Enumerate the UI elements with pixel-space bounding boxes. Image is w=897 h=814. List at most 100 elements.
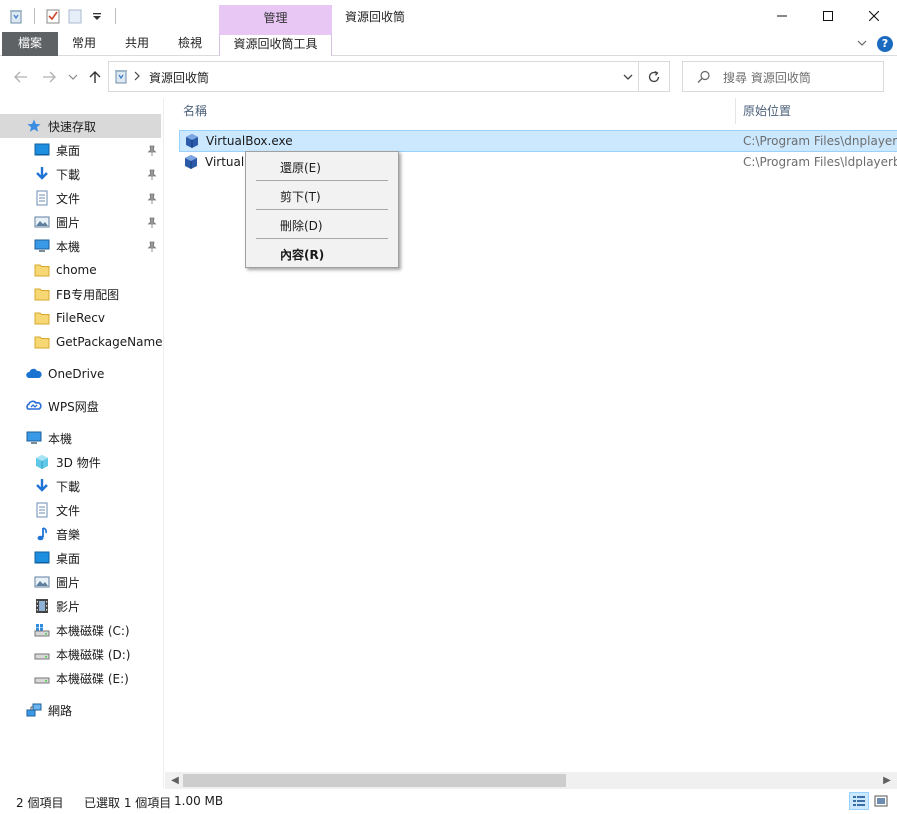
nav-quick-this-pc[interactable]: 本機 [34,234,80,258]
tab-file[interactable]: 檔案 [2,32,58,56]
nav-this-pc[interactable]: 本機 [26,426,72,450]
column-header-name[interactable]: 名稱 [183,98,207,124]
refresh-button[interactable] [638,62,669,91]
nav-label: 文件 [56,191,81,206]
tab-home[interactable]: 常用 [62,32,106,56]
nav-onedrive[interactable]: OneDrive [26,362,104,386]
context-tab-group-label: 管理 [219,5,332,33]
expand-ribbon-icon[interactable] [855,36,869,50]
address-row: 資源回收筒 搜尋 資源回收筒 [0,56,897,98]
folder-icon [34,310,50,326]
minimize-button[interactable] [759,0,805,32]
nav-quick-access[interactable]: 快速存取 [0,114,161,138]
pin-icon[interactable] [146,193,158,205]
status-size: 1.00 MB [174,794,224,808]
nav-label: 圖片 [56,575,81,590]
file-name: VirtualBox.exe [206,134,293,148]
pin-icon[interactable] [146,241,158,253]
nav-pc-drive-d[interactable]: 本機磁碟 (D:) [34,642,130,666]
chevron-down-icon [68,74,78,80]
menu-item-cut[interactable]: 剪下(T) [280,188,321,205]
menu-item-delete[interactable]: 刪除(D) [280,217,323,234]
search-placeholder: 搜尋 資源回收筒 [723,71,811,85]
help-icon[interactable]: ? [877,36,893,52]
tab-view[interactable]: 檢視 [168,32,212,56]
nav-quick-desktop[interactable]: 桌面 [34,138,80,162]
nav-label: 桌面 [56,143,81,158]
address-history-dropdown-icon[interactable] [621,70,635,84]
nav-quick-folder[interactable]: chome [34,258,97,282]
virtualbox-icon [184,133,200,149]
address-bar[interactable]: 資源回收筒 [108,61,670,92]
search-input[interactable]: 搜尋 資源回收筒 [682,61,884,92]
menu-item-restore[interactable]: 還原(E) [280,159,321,176]
up-button[interactable] [86,68,104,86]
music-icon [34,526,50,542]
large-icons-view-button[interactable] [871,792,891,810]
large-icons-view-icon [874,795,888,807]
nav-quick-documents[interactable]: 文件 [34,186,80,210]
cloud-icon [26,366,42,382]
customize-toolbar-icon[interactable] [89,8,105,24]
toolbar-divider [115,8,116,24]
back-button[interactable] [12,68,30,86]
nav-pc-desktop[interactable]: 桌面 [34,546,80,570]
menu-divider [256,209,388,210]
pictures-icon [34,214,50,230]
context-menu: 還原(E) 剪下(T) 刪除(D) 內容(R) [245,151,399,268]
desktop-icon [34,550,50,566]
nav-quick-folder[interactable]: FileRecv [34,306,105,330]
column-header-original-location[interactable]: 原始位置 [743,98,791,124]
nav-label: 3D 物件 [56,455,101,470]
nav-quick-pictures[interactable]: 圖片 [34,210,80,234]
nav-quick-downloads[interactable]: 下載 [34,162,80,186]
nav-wps-cloud[interactable]: WPS网盘 [26,394,99,418]
pin-icon[interactable] [146,145,158,157]
download-icon [34,478,50,494]
nav-pc-downloads[interactable]: 下載 [34,474,80,498]
document-icon [34,502,50,518]
nav-pc-drive-e[interactable]: 本機磁碟 (E:) [34,666,129,690]
nav-pc-3d-objects[interactable]: 3D 物件 [34,450,101,474]
nav-pc-pictures[interactable]: 圖片 [34,570,80,594]
nav-label: GetPackageName [56,335,163,349]
nav-label: 本機 [48,431,73,446]
computer-icon [26,430,42,446]
network-icon [26,702,42,718]
nav-label: 快速存取 [48,119,97,134]
maximize-button[interactable] [805,0,851,32]
nav-pc-music[interactable]: 音樂 [34,522,80,546]
file-row[interactable]: VirtualBox.exe C:\Program Files\dnplayer… [179,130,897,152]
nav-quick-folder[interactable]: FB专用配图 [34,282,119,306]
details-view-button[interactable] [849,792,869,810]
scrollbar-thumb[interactable] [183,774,566,787]
search-icon [697,70,710,83]
pin-icon[interactable] [146,217,158,229]
nav-label: 本機磁碟 (E:) [56,671,129,686]
menu-item-properties[interactable]: 內容(R) [280,246,324,263]
new-folder-icon[interactable] [67,8,83,24]
forward-button[interactable] [40,68,58,86]
pin-icon[interactable] [146,169,158,181]
nav-pc-videos[interactable]: 影片 [34,594,80,618]
recent-locations-button[interactable] [64,68,82,86]
nav-pc-drive-c[interactable]: 本機磁碟 (C:) [34,618,130,642]
close-button[interactable] [851,0,897,32]
recycle-bin-icon[interactable] [8,8,24,24]
quick-access-toolbar [8,6,120,26]
nav-network[interactable]: 網路 [26,698,72,722]
properties-icon[interactable] [45,8,61,24]
nav-quick-folder[interactable]: GetPackageName [34,330,163,354]
nav-pc-documents[interactable]: 文件 [34,498,80,522]
scroll-left-icon[interactable]: ◀ [169,775,181,787]
chevron-right-icon[interactable] [133,68,141,84]
scroll-right-icon[interactable]: ▶ [881,775,893,787]
tab-share[interactable]: 共用 [115,32,159,56]
file-original-location: C:\Program Files\ldplayerbo [743,155,897,169]
tab-recycle-bin-tools[interactable]: 資源回收筒工具 [219,32,332,56]
column-divider[interactable] [735,98,736,124]
close-icon [869,11,879,21]
arrow-left-icon [14,71,27,83]
nav-label: 本機 [56,239,81,254]
horizontal-scrollbar[interactable]: ◀ ▶ [165,772,897,789]
